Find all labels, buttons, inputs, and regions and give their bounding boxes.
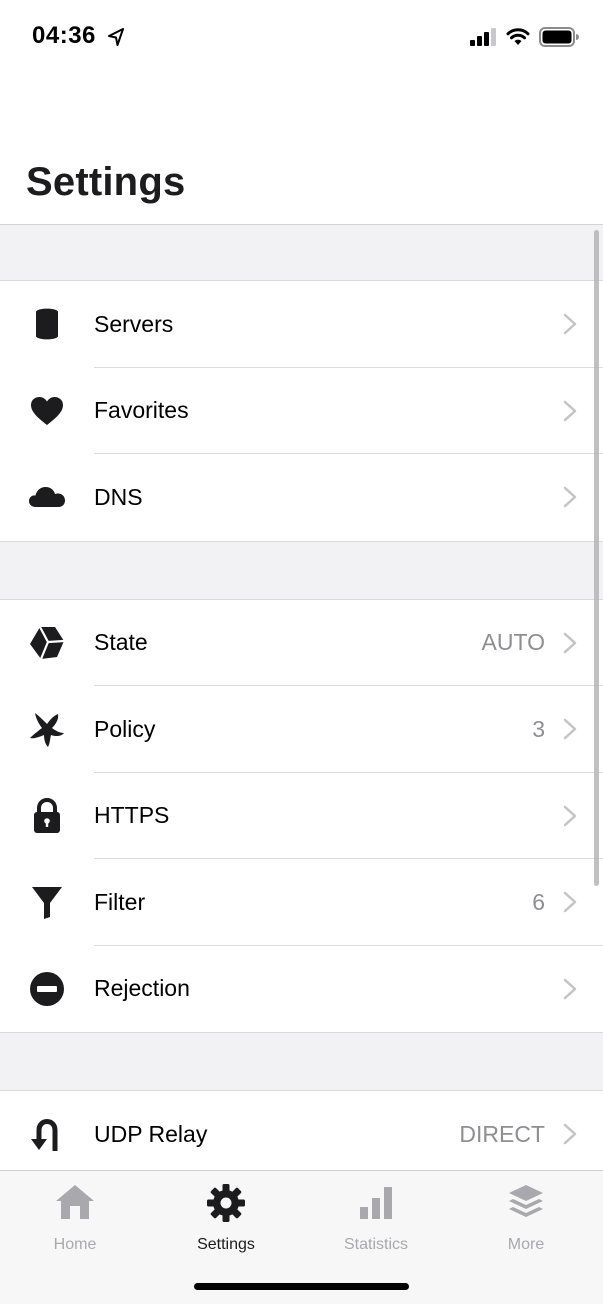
settings-row-label: Servers — [94, 310, 174, 337]
tab-statistics[interactable]: Statistics — [311, 1181, 441, 1254]
group-spacer — [0, 225, 603, 281]
settings-group-network: UDP Relay DIRECT — [0, 1091, 603, 1171]
gear-icon — [204, 1181, 248, 1230]
tab-label: Statistics — [343, 1236, 408, 1253]
settings-row-https[interactable]: HTTPS — [0, 773, 603, 859]
settings-row-label: Rejection — [94, 975, 190, 1002]
house-icon — [53, 1181, 97, 1230]
chevron-right-icon — [563, 1123, 577, 1145]
tab-label: Settings — [197, 1236, 255, 1253]
settings-group-rules: State AUTO Policy 3 HTTPS Filter 6 Rejec… — [0, 599, 603, 1033]
settings-row-value: AUTO — [481, 629, 545, 656]
wifi-icon — [506, 26, 530, 46]
settings-row-label: Favorites — [94, 397, 189, 424]
no-entry-icon — [28, 970, 66, 1008]
settings-row-label: UDP Relay — [94, 1120, 208, 1147]
settings-row-servers[interactable]: Servers — [0, 281, 603, 368]
funnel-icon — [28, 883, 66, 921]
home-indicator[interactable] — [194, 1283, 409, 1290]
cellular-signal-icon — [470, 28, 498, 46]
tab-settings[interactable]: Settings — [161, 1181, 291, 1254]
group-spacer — [0, 1033, 603, 1091]
scroll-indicator[interactable] — [594, 230, 599, 886]
tab-label: Home — [53, 1236, 97, 1253]
policy-icon — [28, 710, 66, 748]
tab-more[interactable]: More — [461, 1181, 591, 1254]
chevron-right-icon — [563, 313, 577, 335]
page-title: Settings — [26, 160, 186, 204]
settings-row-label: Filter — [94, 888, 146, 915]
chevron-right-icon — [563, 805, 577, 827]
chevron-right-icon — [563, 400, 577, 422]
lock-icon — [28, 797, 66, 835]
group-spacer — [0, 541, 603, 600]
settings-list[interactable]: Servers Favorites DNS State AUTO Policy … — [0, 225, 603, 1171]
settings-row-policy[interactable]: Policy 3 — [0, 686, 603, 773]
settings-row-label: State — [94, 629, 148, 656]
settings-row-rejection[interactable]: Rejection — [0, 946, 603, 1033]
heart-icon — [28, 392, 66, 430]
battery-icon — [539, 27, 579, 47]
settings-row-favorites[interactable]: Favorites — [0, 368, 603, 454]
u-turn-icon — [28, 1115, 66, 1153]
settings-row-label: Policy — [94, 715, 156, 742]
bar-chart-icon — [354, 1181, 398, 1230]
chevron-right-icon — [563, 891, 577, 913]
settings-row-state[interactable]: State AUTO — [0, 600, 603, 686]
settings-row-value: DIRECT — [459, 1120, 545, 1147]
location-arrow-icon — [108, 28, 124, 46]
settings-row-value: 3 — [532, 715, 545, 742]
settings-row-filter[interactable]: Filter 6 — [0, 859, 603, 946]
database-icon — [28, 305, 66, 343]
settings-row-udp-relay[interactable]: UDP Relay DIRECT — [0, 1091, 603, 1171]
cloud-icon — [28, 478, 66, 516]
settings-row-dns[interactable]: DNS — [0, 454, 603, 541]
tab-label: More — [507, 1236, 545, 1253]
settings-group-general: Servers Favorites DNS — [0, 281, 603, 542]
status-bar: 04:36 — [0, 0, 603, 76]
layers-icon — [504, 1181, 548, 1230]
settings-row-label: DNS — [94, 483, 143, 510]
chevron-right-icon — [563, 718, 577, 740]
cube-icon — [28, 624, 66, 662]
chevron-right-icon — [563, 978, 577, 1000]
settings-row-label: HTTPS — [94, 802, 170, 829]
chevron-right-icon — [563, 486, 577, 508]
status-time: 04:36 — [32, 22, 96, 49]
chevron-right-icon — [563, 632, 577, 654]
settings-row-value: 6 — [532, 888, 545, 915]
tab-home[interactable]: Home — [10, 1181, 140, 1254]
